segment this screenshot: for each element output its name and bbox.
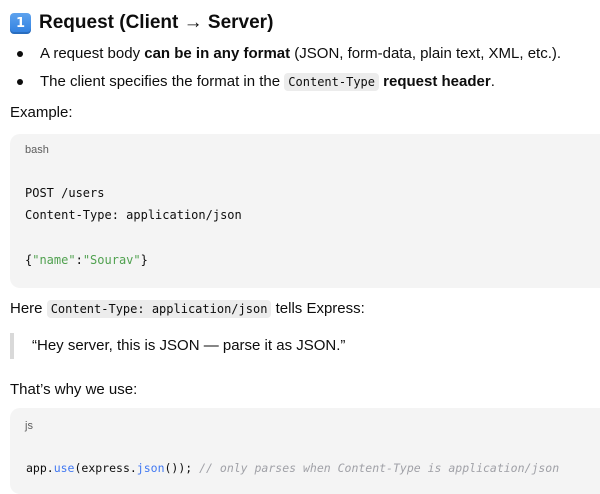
code-line: app.use(express.json()); // only parses … [26,461,559,475]
code-token-key: "name" [32,253,76,267]
bullet-text: (JSON, form-data, plain text, XML, etc.)… [290,45,562,62]
code-token-function: use [53,461,75,475]
inline-code: Content-Type [284,73,379,91]
chat-message: 1 Request (Client → Server) A request bo… [0,0,600,494]
bullet-text: The client specifies the format in the [40,73,285,90]
heading-title: Request (Client → Server) [39,12,274,33]
code-language-label: bash [25,144,49,156]
code-token-string: "Sourav" [82,253,141,267]
code-token: } [140,253,148,267]
bullet-bold-text: request header [383,73,491,90]
bullet-dot-icon [17,51,23,57]
code-block-bash: bash POST /users Content-Type: applicati… [10,134,600,288]
list-item: A request body can be in any format (JSO… [0,40,600,68]
list-item: The client specifies the format in the C… [0,68,600,96]
code-line: POST /users [25,186,105,200]
why-label: That’s why we use: [10,381,138,398]
bullet-text: . [490,73,495,90]
bullet-list: A request body can be in any format (JSO… [0,40,600,96]
code-token: ()); [164,461,200,475]
blockquote: “Hey server, this is JSON — parse it as … [10,333,345,359]
example-label: Example: [10,104,73,121]
bullet-text: A request body [40,45,145,62]
here-paragraph: Here Content-Type: application/json tell… [10,300,365,318]
code-token: (express. [74,461,137,475]
code-token: : [75,253,83,267]
code-token-function: json [136,461,165,475]
code-line: {"name":"Sourav"} [25,253,148,267]
code-language-label: js [25,420,33,432]
inline-code: Content-Type: application/json [46,300,272,318]
paragraph-text: Here [10,300,47,317]
code-line: Content-Type: application/json [25,208,242,222]
code-comment: // only parses when Content-Type is appl… [199,461,560,475]
bullet-dot-icon [17,79,23,85]
section-heading: 1 Request (Client → Server) [10,10,273,36]
keycap-one-icon: 1 [10,12,31,34]
code-block-js: js app.use(express.json()); // only pars… [10,408,600,494]
paragraph-text: tells Express: [271,300,365,317]
bullet-bold-text: can be in any format [144,45,291,62]
code-token: app. [26,461,54,475]
